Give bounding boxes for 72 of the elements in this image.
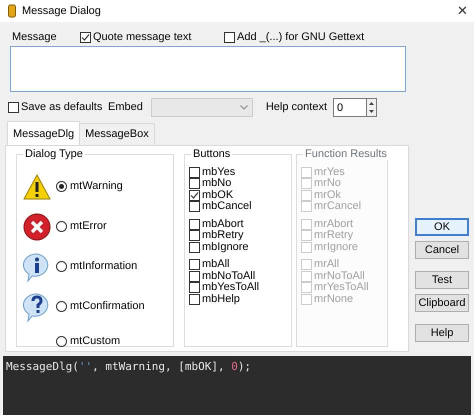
radio-button[interactable] [56, 261, 67, 272]
help-context-field[interactable]: 0 [333, 98, 366, 117]
checkbox-label: mbOK [202, 190, 234, 201]
spin-buttons[interactable] [366, 98, 378, 117]
error-icon [23, 212, 51, 240]
checkbox[interactable] [189, 178, 200, 190]
checkbox-label: Quote message text [93, 32, 192, 42]
radio-button[interactable] [56, 221, 67, 232]
tab[interactable]: MessageDlg [7, 121, 80, 144]
checkbox[interactable] [189, 282, 200, 294]
window-title: Message Dialog [22, 4, 101, 19]
radio-button[interactable] [56, 301, 67, 312]
checkbox-label: mbNo [202, 178, 232, 190]
dialog-button[interactable]: Help [415, 324, 469, 342]
checkbox[interactable] [189, 242, 200, 253]
dialog-button[interactable]: Cancel [415, 241, 469, 259]
checkbox-label: mbAll [202, 259, 230, 270]
checkbox[interactable] [189, 218, 200, 230]
checkbox-label: mrYesToAll [314, 282, 369, 294]
warning-icon [23, 174, 51, 200]
checkbox-label: mbHelp [202, 294, 240, 305]
checkbox-label: mbNoToAll [202, 270, 256, 282]
tab[interactable]: MessageBox [79, 123, 155, 144]
radio-label: mtWarning [70, 179, 123, 194]
group-title: Buttons [191, 148, 232, 160]
close-button[interactable]: ✕ [457, 1, 468, 21]
checkbox[interactable] [189, 166, 200, 178]
checkbox[interactable] [80, 32, 91, 42]
checkbox[interactable] [189, 270, 200, 282]
checkbox-label: mrAbort [314, 218, 354, 230]
radio-label: mtError [70, 219, 107, 234]
group-title: Function Results [303, 148, 389, 160]
checkbox[interactable] [189, 294, 200, 305]
radio-button[interactable] [56, 336, 67, 347]
checkbox-label: mrIgnore [314, 242, 358, 253]
checkbox[interactable] [189, 230, 200, 242]
embed-label: Embed [108, 100, 143, 116]
code-preview: MessageDlg('', mtWarning, [mbOK], 0); [3, 356, 471, 415]
radio-button[interactable] [56, 181, 67, 192]
radio-label: mtCustom [70, 334, 120, 350]
checkbox-label: mbRetry [202, 230, 244, 242]
help-context-label: Help context [266, 100, 328, 116]
app-icon [8, 4, 16, 18]
dialog-button[interactable]: Clipboard [415, 294, 469, 312]
radio-label: mtConfirmation [70, 299, 145, 314]
message-label: Message [12, 30, 58, 45]
checkbox-label: mrNoToAll [314, 270, 365, 282]
checkbox-label: mrYes [314, 166, 345, 178]
dialog-button[interactable]: Test [415, 271, 469, 289]
checkbox-label: Add _(...) for GNU Gettext [237, 32, 364, 42]
message-field[interactable] [10, 46, 406, 92]
dialog-button[interactable]: OK [415, 218, 469, 236]
radio-label: mtInformation [70, 259, 138, 274]
checkbox-label: Save as defaults [21, 102, 102, 113]
checkbox-label: mrNo [314, 178, 341, 190]
checkbox-label: mbAbort [202, 218, 244, 230]
checkbox[interactable] [189, 190, 200, 201]
checkbox-label: mbYesToAll [202, 282, 260, 294]
checkbox-label: mrNone [314, 294, 354, 305]
checkbox[interactable] [224, 32, 235, 42]
checkbox[interactable] [189, 259, 200, 270]
chevron-down-icon [240, 105, 248, 110]
checkbox[interactable] [8, 102, 19, 113]
checkbox-label: mbYes [202, 166, 236, 178]
checkbox-label: mbCancel [202, 201, 252, 212]
checkbox-label: mrRetry [314, 230, 354, 242]
checkbox-label: mrOk [314, 190, 341, 201]
group-title: Dialog Type [23, 148, 85, 160]
checkbox-label: mrAll [314, 259, 340, 270]
checkbox[interactable] [189, 201, 200, 212]
checkbox-label: mbIgnore [202, 242, 248, 253]
checkbox-label: mrCancel [314, 201, 362, 212]
